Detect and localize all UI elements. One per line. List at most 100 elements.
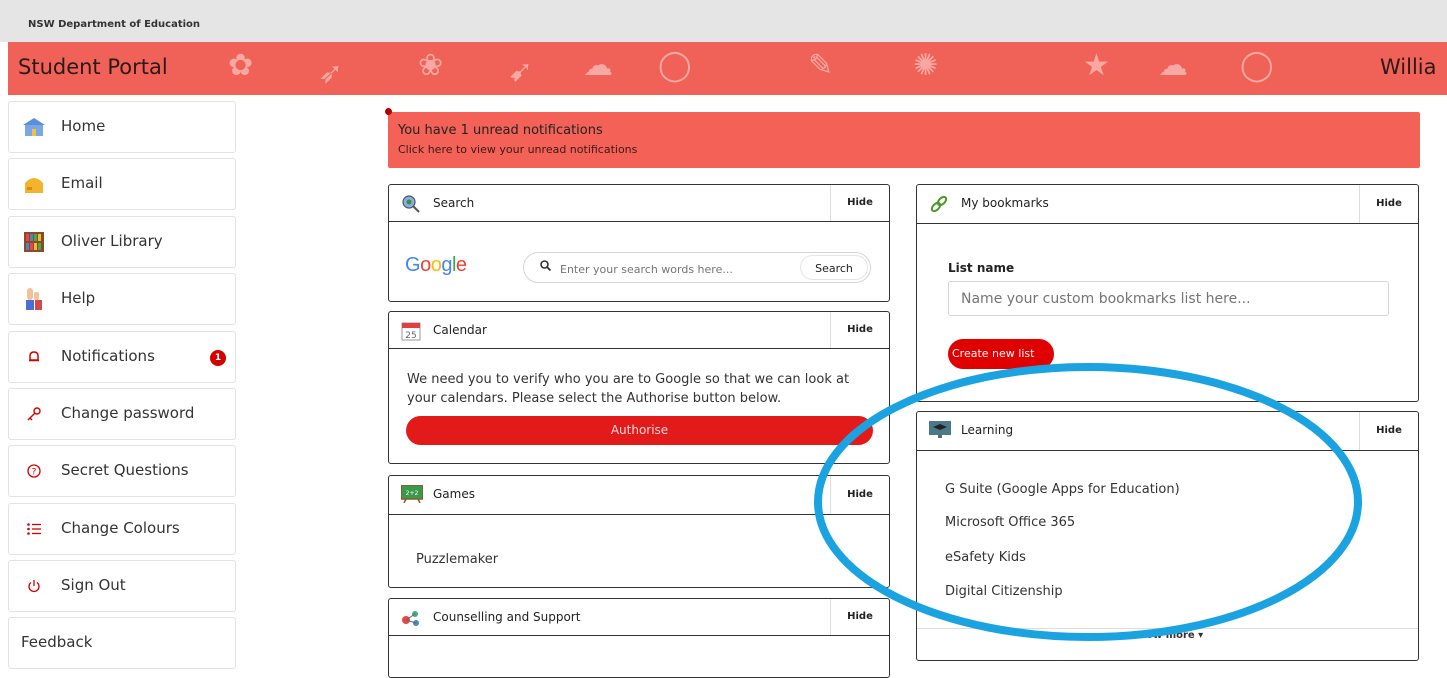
panel-title: Games bbox=[433, 487, 475, 501]
sidebar-item-label: Home bbox=[61, 117, 106, 135]
counselling-panel: Counselling and Support Hide bbox=[388, 598, 890, 678]
top-bar: NSW Department of Education bbox=[0, 0, 1447, 42]
calendar-panel: 25 Calendar Hide We need you to verify w… bbox=[388, 311, 890, 464]
bookmarks-panel: My bookmarks Hide List name Create new l… bbox=[916, 184, 1419, 402]
user-name[interactable]: Willia bbox=[1380, 55, 1437, 79]
balloon-decoration-icon: ◯ bbox=[1240, 48, 1274, 83]
svg-text:25: 25 bbox=[405, 331, 416, 341]
learning-link-digital-citizenship[interactable]: Digital Citizenship bbox=[945, 584, 1063, 599]
hide-button[interactable]: Hide bbox=[830, 476, 889, 514]
notification-count-badge: 1 bbox=[210, 350, 226, 366]
learning-link-esafety-kids[interactable]: eSafety Kids bbox=[945, 550, 1026, 565]
key-icon bbox=[23, 403, 45, 425]
rocket-decoration-icon: ➹ bbox=[508, 54, 534, 89]
portal-title: Student Portal bbox=[18, 55, 168, 79]
power-icon bbox=[23, 575, 45, 597]
raised-hand-icon bbox=[23, 288, 45, 310]
panel-header: Counselling and Support Hide bbox=[389, 599, 889, 636]
unread-notifications-banner[interactable]: You have 1 unread notifications Click he… bbox=[385, 108, 1420, 168]
learning-panel: Learning Hide G Suite (Google Apps for E… bbox=[916, 411, 1419, 661]
sidebar-item-label: Help bbox=[61, 289, 96, 307]
search-input[interactable] bbox=[558, 259, 782, 279]
cloud-decoration-icon: ☁ bbox=[1158, 48, 1188, 83]
magnifier-globe-icon bbox=[401, 194, 420, 213]
cloud-decoration-icon: ☁ bbox=[583, 48, 613, 83]
panel-title: Calendar bbox=[433, 323, 487, 337]
sidebar-item-email[interactable]: Email bbox=[8, 158, 236, 210]
show-more-link[interactable]: Show more ▾ bbox=[917, 630, 1418, 641]
google-search-box: Search bbox=[523, 252, 871, 283]
panel-header: Search Hide bbox=[389, 185, 889, 222]
panel-header: 2+2 Games Hide bbox=[389, 476, 889, 515]
games-panel: 2+2 Games Hide Puzzlemaker bbox=[388, 475, 890, 588]
question-circle-icon: ? bbox=[23, 460, 45, 482]
department-name: NSW Department of Education bbox=[28, 19, 201, 30]
sidebar-item-feedback[interactable]: Feedback bbox=[8, 617, 236, 669]
panel-header: Learning Hide bbox=[917, 412, 1418, 451]
panel-header: 25 Calendar Hide bbox=[389, 312, 889, 349]
paper-plane-decoration-icon: ➶ bbox=[318, 56, 344, 91]
authorise-button[interactable]: Authorise bbox=[406, 416, 873, 445]
hide-button[interactable]: Hide bbox=[830, 312, 889, 348]
sidebar-item-secret-questions[interactable]: ? Secret Questions bbox=[8, 445, 236, 497]
notification-dot-icon bbox=[385, 108, 392, 115]
game-link-puzzlemaker[interactable]: Puzzlemaker bbox=[416, 552, 498, 567]
sidebar-item-home[interactable]: Home bbox=[8, 101, 236, 153]
notification-link[interactable]: Click here to view your unread notificat… bbox=[398, 143, 637, 156]
sidebar-item-label: Secret Questions bbox=[61, 461, 189, 479]
sidebar-item-label: Change Colours bbox=[61, 519, 180, 537]
candy-decoration-icon: ❀ bbox=[418, 48, 444, 83]
sidebar-item-oliver-library[interactable]: Oliver Library bbox=[8, 216, 236, 268]
svg-text:2+2: 2+2 bbox=[406, 490, 419, 497]
sidebar-item-label: Email bbox=[61, 174, 103, 192]
hide-button[interactable]: Hide bbox=[1359, 185, 1418, 223]
panel-title: Counselling and Support bbox=[433, 610, 581, 624]
bell-icon bbox=[23, 346, 45, 368]
list-name-input[interactable] bbox=[948, 281, 1389, 316]
bookmark-link-icon bbox=[929, 194, 948, 213]
learning-link-office-365[interactable]: Microsoft Office 365 bbox=[945, 515, 1075, 530]
list-icon bbox=[23, 518, 45, 540]
panel-title: Learning bbox=[961, 423, 1014, 437]
bookshelf-icon bbox=[23, 231, 45, 253]
panel-header: My bookmarks Hide bbox=[917, 185, 1418, 224]
graduation-computer-icon bbox=[929, 421, 951, 439]
calendar-icon: 25 bbox=[401, 321, 421, 341]
search-icon bbox=[540, 260, 552, 274]
hide-button[interactable]: Hide bbox=[830, 185, 889, 221]
balloon-decoration-icon: ◯ bbox=[658, 48, 692, 83]
hide-button[interactable]: Hide bbox=[1359, 412, 1418, 450]
network-nodes-icon bbox=[401, 608, 419, 626]
sidebar-item-sign-out[interactable]: Sign Out bbox=[8, 560, 236, 612]
search-button[interactable]: Search bbox=[800, 255, 868, 280]
list-name-label: List name bbox=[948, 261, 1015, 275]
sidebar-item-change-password[interactable]: Change password bbox=[8, 388, 236, 440]
sidebar-item-change-colours[interactable]: Change Colours bbox=[8, 503, 236, 555]
sidebar-item-notifications[interactable]: Notifications 1 bbox=[8, 331, 236, 383]
create-new-list-button[interactable]: Create new list bbox=[948, 339, 1054, 369]
pencil-decoration-icon: ✎ bbox=[808, 48, 834, 83]
divider bbox=[917, 628, 1418, 629]
mailbox-icon bbox=[23, 173, 45, 195]
calendar-auth-message: We need you to verify who you are to Goo… bbox=[407, 372, 850, 406]
chalkboard-icon: 2+2 bbox=[400, 484, 424, 504]
notification-message: You have 1 unread notifications bbox=[398, 123, 603, 138]
sidebar-item-help[interactable]: Help bbox=[8, 273, 236, 325]
sidebar-item-label: Feedback bbox=[21, 633, 93, 651]
star-decoration-icon: ★ bbox=[1083, 48, 1110, 83]
portal-header: ✿ ➶ ❀ ➹ ☁ ◯ ✎ ✺ ★ ☁ ◯ Student Portal Wil… bbox=[8, 42, 1447, 95]
google-logo: Google bbox=[405, 254, 467, 276]
sidebar-item-label: Change password bbox=[61, 404, 195, 422]
panel-title: My bookmarks bbox=[961, 196, 1049, 210]
school-house-icon bbox=[23, 116, 45, 138]
learning-link-g-suite[interactable]: G Suite (Google Apps for Education) bbox=[945, 482, 1180, 497]
sidebar-item-label: Sign Out bbox=[61, 576, 126, 594]
search-panel: Search Hide Google Search bbox=[388, 184, 890, 302]
svg-text:?: ? bbox=[32, 468, 37, 478]
panel-title: Search bbox=[433, 196, 475, 210]
sidebar-item-label: Notifications bbox=[61, 347, 155, 365]
butterfly-decoration-icon: ✿ bbox=[228, 48, 254, 83]
sidebar-item-label: Oliver Library bbox=[61, 232, 163, 250]
lollipop-decoration-icon: ✺ bbox=[913, 48, 939, 83]
hide-button[interactable]: Hide bbox=[830, 599, 889, 635]
